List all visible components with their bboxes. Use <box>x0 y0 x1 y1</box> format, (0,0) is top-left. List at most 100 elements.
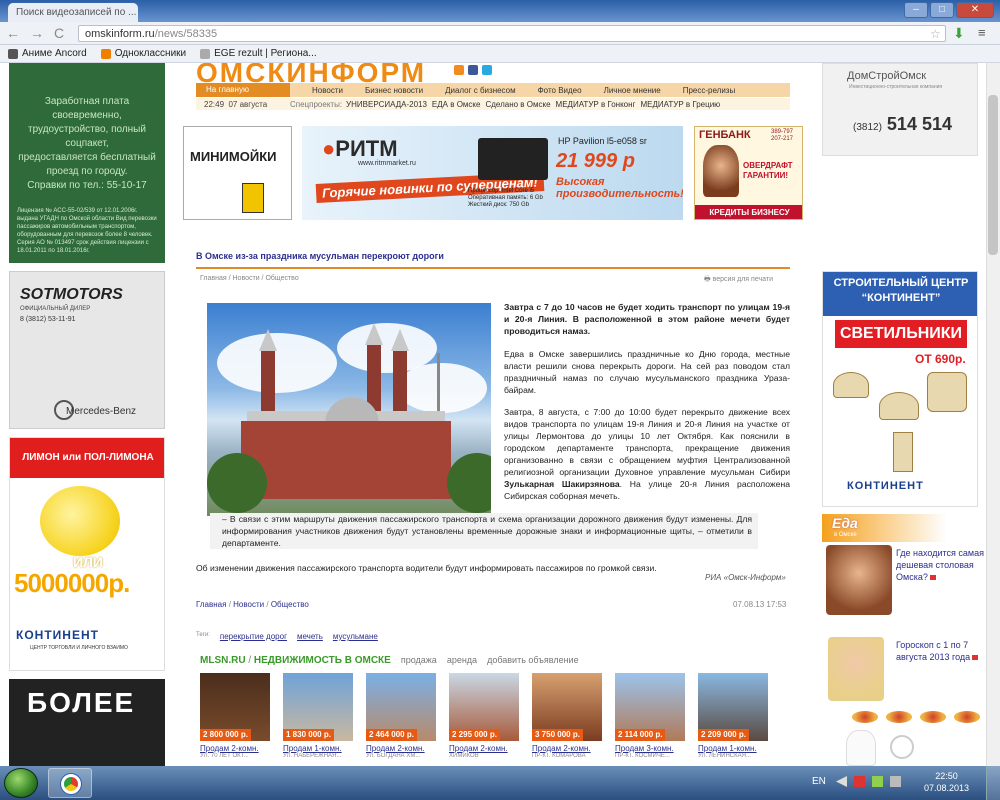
download-icon[interactable]: ⬇ <box>953 25 965 42</box>
listing-title[interactable]: Продам 1-комн. <box>698 744 768 753</box>
flag-icon[interactable] <box>854 776 865 787</box>
ritm-banner[interactable]: ●РИТМ www.ritmmarket.ru Горячие новинки … <box>302 126 683 220</box>
start-button[interactable] <box>4 768 38 798</box>
sotmotors-ad[interactable]: SOTMOTORS ОФИЦИАЛЬНЫЙ ДИЛЕР 8 (3812) 53-… <box>9 271 165 429</box>
rss-icon[interactable] <box>454 65 464 75</box>
url-field[interactable]: omskinform.ru/news/58335 <box>78 25 946 42</box>
close-button[interactable]: ✕ <box>956 2 994 18</box>
eda-header[interactable]: Еда в Омске <box>822 514 978 542</box>
realestate-link[interactable]: добавить объявление <box>487 655 579 665</box>
listing-card[interactable]: 2 295 000 р. Продам 2-комн. ХИМИКОВ <box>449 673 519 759</box>
forward-icon[interactable]: → <box>30 25 44 41</box>
realestate-heading[interactable]: MLSN.RU / НЕДВИЖИМОСТЬ В ОМСКЕ <box>200 655 391 666</box>
chevron-up-icon[interactable] <box>836 776 847 787</box>
tag-link[interactable]: мусульмане <box>333 632 378 641</box>
pizza-icon <box>954 711 980 723</box>
listing-title[interactable]: Продам 3-комн. <box>615 744 685 753</box>
maximize-button[interactable]: □ <box>930 2 954 18</box>
clock-time: 22:50 <box>935 771 958 781</box>
article-paragraph: Об изменении движения пассажирского тран… <box>196 563 657 573</box>
realestate-link[interactable]: продажа <box>401 655 437 665</box>
show-desktop-button[interactable] <box>986 766 1000 800</box>
tag-link[interactable]: мечеть <box>297 632 323 641</box>
nav-item[interactable]: Диалог с бизнесом <box>445 86 516 95</box>
clock[interactable]: 22:50 07.08.2013 <box>924 770 969 794</box>
listing-card[interactable]: 2 464 000 р. Продам 2-комн. УЛ. БОГДАНА … <box>366 673 436 759</box>
listing-card[interactable]: 1 830 000 р. Продам 1-комн. УЛ. НАБЕРЕЖН… <box>283 673 353 759</box>
back-icon[interactable]: ← <box>6 25 20 41</box>
special-link[interactable]: Сделано в Омске <box>485 100 550 109</box>
listing-title[interactable]: Продам 1-комн. <box>283 744 353 753</box>
taskbar-chrome[interactable] <box>48 768 92 798</box>
listing-card[interactable]: 2 209 000 р. Продам 1-комн. УЛ. ЛЕНИНСКА… <box>698 673 768 759</box>
bookmark-item[interactable]: Аниме Ancord <box>8 47 87 60</box>
listing-card[interactable]: 2 114 000 р. Продам 3-комн. ПР-КТ. КОСМИ… <box>615 673 685 759</box>
horoscope-link[interactable]: Гороскоп с 1 по 7 августа 2013 года <box>896 639 984 663</box>
ritm-spec: Оперативная память: 6 Gb <box>468 195 543 201</box>
pizza-icon <box>920 711 946 723</box>
nav-home[interactable]: На главную <box>196 83 290 97</box>
lamp-icon <box>879 392 919 420</box>
kontinent-header: СТРОИТЕЛЬНЫЙ ЦЕНТР “КОНТИНЕНТ” <box>823 272 977 316</box>
listing-price: 1 830 000 р. <box>283 729 334 741</box>
breadcrumb-item[interactable]: Общество <box>271 600 309 609</box>
mosque-photo[interactable] <box>207 303 491 516</box>
tag-link[interactable]: перекрытие дорог <box>220 632 287 641</box>
realestate-link[interactable]: аренда <box>447 655 477 665</box>
listing-title[interactable]: Продам 2-комн. <box>366 744 436 753</box>
menu-icon[interactable]: ≡ <box>978 25 986 40</box>
listing-card[interactable]: 2 800 000 р. Продам 2-комн. УЛ. 70 ЛЕТ О… <box>200 673 270 759</box>
genbank-banner[interactable]: ГЕНБАНК 389-797 207-217 ОВЕРДРАФТ ГАРАНТИ… <box>694 126 803 220</box>
salary-ad[interactable]: Заработная плата своевременно, трудоустр… <box>9 63 165 263</box>
listing-title[interactable]: Продам 2-комн. <box>532 744 602 753</box>
listing-card[interactable]: 3 750 000 р. Продам 2-комн. ПР-КТ. КОМАР… <box>532 673 602 759</box>
lemon-ad[interactable]: ЛИМОН или ПОЛ-ЛИМОНА ИЛИ 5000000р. КОНТИ… <box>9 437 165 671</box>
network-icon[interactable] <box>872 776 883 787</box>
browser-tab[interactable]: Поиск видеозаписей по ... <box>8 3 138 22</box>
breadcrumb-item[interactable]: Общество <box>265 275 298 282</box>
bookmark-item[interactable]: Одноклассники <box>100 47 186 60</box>
twitter-icon[interactable] <box>482 65 492 75</box>
kontinent-ad[interactable]: СТРОИТЕЛЬНЫЙ ЦЕНТР “КОНТИНЕНТ” СВЕТИЛЬНИ… <box>822 271 978 507</box>
chef-photo[interactable] <box>826 545 892 615</box>
nav-item[interactable]: Фото Видео <box>538 86 582 95</box>
eda-subtitle: в Омске <box>834 532 857 538</box>
special-link[interactable]: МЕДИАТУР в Гонконг <box>556 100 636 109</box>
ad-line: предоставляется бесплатный проезд по гор… <box>18 152 156 177</box>
bookmark-item[interactable]: EGE rezult | Региона... <box>200 47 317 60</box>
breadcrumb-item[interactable]: Главная <box>200 275 227 282</box>
ritm-model: HP Pavilion l5-e058 sr <box>558 136 647 146</box>
nav-item[interactable]: Бизнес новости <box>365 86 423 95</box>
nav-item[interactable]: Новости <box>312 86 343 95</box>
main-nav: На главную Новости Бизнес новости Диалог… <box>196 83 790 97</box>
listing-photo: 3 750 000 р. <box>532 673 602 741</box>
minimize-button[interactable]: – <box>904 2 928 18</box>
listing-title[interactable]: Продам 2-комн. <box>200 744 270 753</box>
listing-price: 2 209 000 р. <box>698 729 749 741</box>
lamp-icon <box>927 372 967 412</box>
minimoiki-banner[interactable]: МИНИМОЙКИ <box>183 126 292 220</box>
breadcrumb-item[interactable]: Новости <box>233 600 264 609</box>
special-link[interactable]: ЕДА в Омске <box>432 100 481 109</box>
facebook-icon[interactable] <box>468 65 478 75</box>
eda-question-link[interactable]: Где находится самая дешевая столовая Омс… <box>896 547 984 583</box>
print-version-link[interactable]: 🖶 версия для печати <box>704 275 773 286</box>
nav-item[interactable]: Личное мнение <box>604 86 661 95</box>
special-link[interactable]: МЕДИАТУР в Грецию <box>640 100 720 109</box>
scrollbar-thumb[interactable] <box>988 95 998 255</box>
horoscope-photo[interactable] <box>828 637 884 701</box>
more-ad[interactable]: БОЛЕЕ <box>9 679 165 766</box>
mosque-building <box>241 421 451 499</box>
special-link[interactable]: УНИВЕРСИАДА-2013 <box>346 100 427 109</box>
breadcrumb-item[interactable]: Главная <box>196 600 226 609</box>
listing-title[interactable]: Продам 2-комн. <box>449 744 519 753</box>
domstroy-ad[interactable]: ДомСтройОмск Инвестиционно-строительная … <box>822 63 978 156</box>
reload-icon[interactable]: C <box>54 25 64 41</box>
bookmark-star-icon[interactable]: ☆ <box>930 27 941 41</box>
article-paragraph: Завтра, 8 августа, с 7:00 до 10:00 будет… <box>504 407 790 501</box>
window-controls: – □ ✕ <box>904 2 994 18</box>
language-indicator[interactable]: EN <box>812 776 826 787</box>
nav-item[interactable]: Пресс-релизы <box>683 86 736 95</box>
volume-icon[interactable] <box>890 776 901 787</box>
breadcrumb-item[interactable]: Новости <box>233 275 260 282</box>
